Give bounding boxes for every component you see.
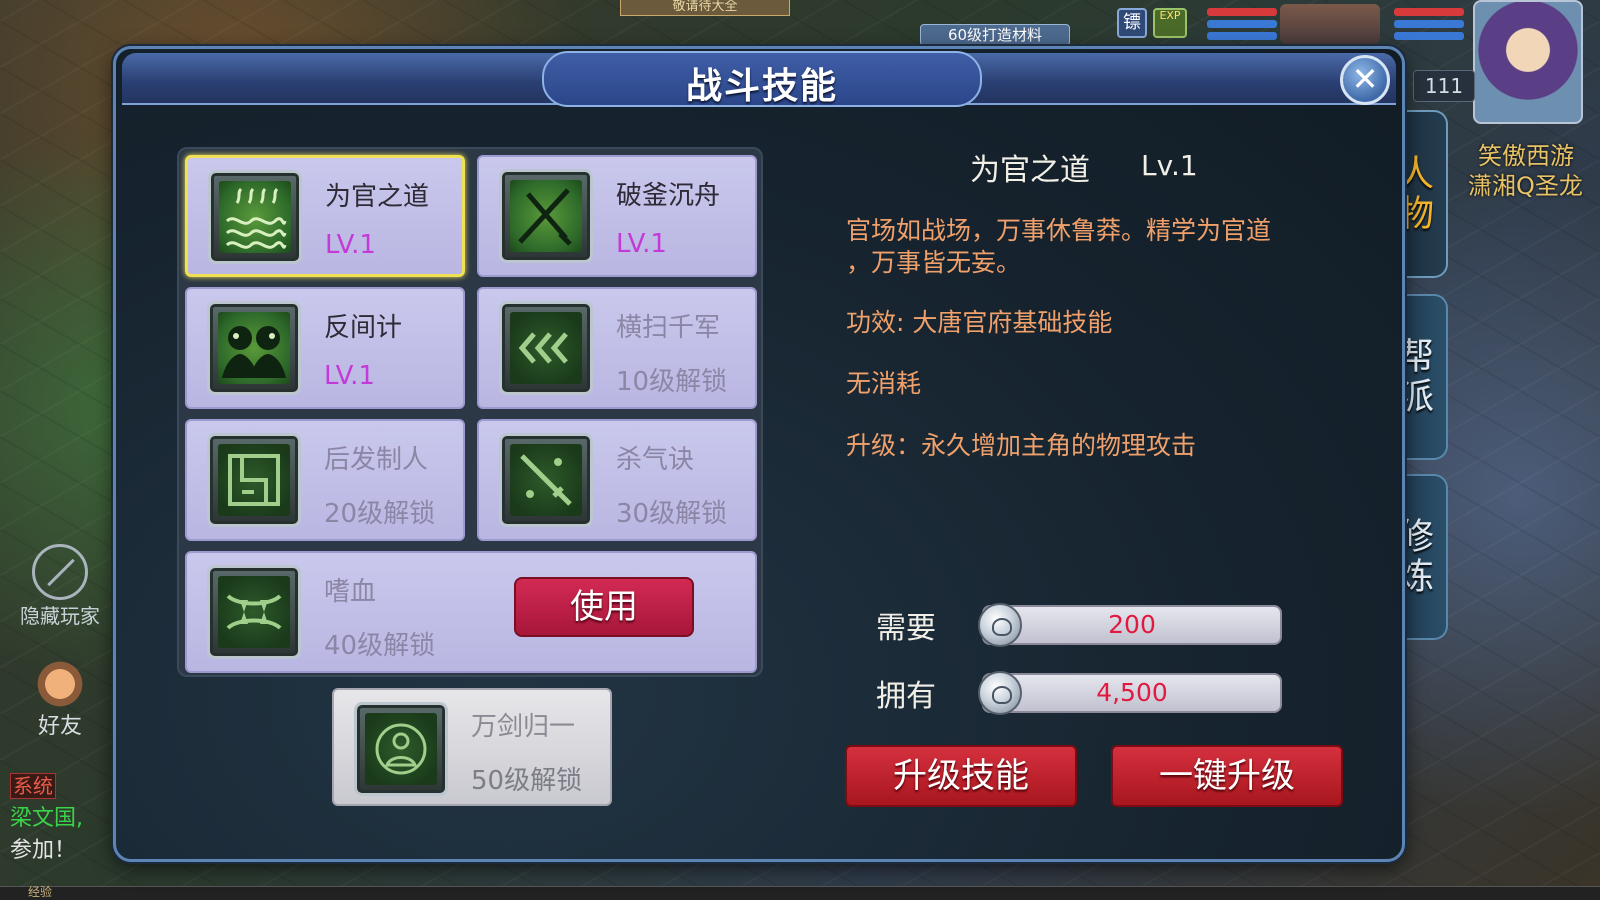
exp-icon[interactable]: EXP (1153, 8, 1187, 38)
combat-skills-dialog: 战斗技能 ✕ 为官之道 LV.1 破釜沉舟 LV.1 反间计 LV.1 横扫千军… (113, 46, 1405, 862)
detail-description-2: ，万事皆无妄。 (846, 248, 1022, 277)
upgrade-skill-button[interactable]: 升级技能 (845, 745, 1077, 807)
skill-card-6[interactable]: 杀气诀 30级解锁 (477, 419, 757, 541)
pet-avatar[interactable] (1280, 4, 1380, 44)
skill-unlock-requirement: 40级解锁 (324, 631, 436, 661)
npc-name-2: 潇湘Q圣龙 (1468, 172, 1583, 200)
skill-name: 破釜沉舟 (616, 181, 721, 211)
waves-icon (208, 170, 302, 264)
need-value: 200 (982, 605, 1282, 645)
skill-card-1[interactable]: 为官之道 LV.1 (185, 155, 465, 277)
skill-card-5[interactable]: 后发制人 20级解锁 (185, 419, 465, 541)
two-faces-icon (207, 301, 301, 395)
experience-label: 经验 (28, 885, 53, 899)
chevrons-icon (499, 301, 593, 395)
hide-players-button[interactable]: 隐藏玩家 (14, 544, 106, 632)
silver-coin-icon (978, 671, 1022, 715)
maze-icon (207, 433, 301, 527)
material-banner[interactable]: 60级打造材料 (920, 24, 1070, 46)
chat-sender: 梁文国, (10, 806, 83, 831)
detail-skill-level: Lv.1 (1141, 149, 1198, 182)
skill-grid: 为官之道 LV.1 破釜沉舟 LV.1 反间计 LV.1 横扫千军 10级解锁 … (177, 147, 763, 677)
skill-card-2[interactable]: 破釜沉舟 LV.1 (477, 155, 757, 277)
skill-card-4[interactable]: 横扫千军 10级解锁 (477, 287, 757, 409)
detail-upgrade: 升级：永久增加主角的物理攻击 (846, 431, 1197, 460)
close-button[interactable]: ✕ (1340, 55, 1390, 105)
silver-coin-icon (978, 603, 1022, 647)
skill-unlock-requirement: 10级解锁 (616, 367, 728, 397)
skill-level: LV.1 (325, 230, 376, 260)
skill-card-3[interactable]: 反间计 LV.1 (185, 287, 465, 409)
dialog-title: 战斗技能 (685, 66, 838, 107)
detail-description-1: 官场如战场，万事休鲁莽。精学为官道 (846, 216, 1272, 245)
friends-button[interactable]: 好友 (14, 660, 106, 750)
detail-cost: 无消耗 (846, 369, 922, 398)
skill-level: LV.1 (324, 361, 375, 391)
skill-level: LV.1 (616, 229, 667, 259)
pet-status-bars (1207, 8, 1277, 44)
crossed-blades-icon (499, 169, 593, 263)
hide-players-icon (32, 544, 88, 600)
skill-unlock-requirement: 20级解锁 (324, 499, 436, 529)
skill-name: 杀气诀 (616, 445, 695, 475)
skill-name: 为官之道 (325, 182, 430, 212)
detail-effect: 功效: 大唐官府基础技能 (846, 308, 1113, 337)
player-portrait[interactable] (1473, 0, 1583, 124)
chat-message: 参加！ (10, 838, 77, 863)
fang-mouth-icon (207, 565, 301, 659)
have-value: 4,500 (982, 673, 1282, 713)
skill-name: 万剑归一 (471, 712, 576, 742)
escort-icon[interactable]: 镖 (1117, 8, 1147, 38)
skill-card-7[interactable]: 嗜血 40级解锁 使用 (185, 551, 757, 673)
sword-icon (499, 433, 593, 527)
skill-name: 反间计 (324, 313, 403, 343)
skill-name: 横扫千军 (616, 313, 721, 343)
skill-card-8[interactable]: 万剑归一 50级解锁 (332, 688, 612, 806)
top-banner: 敬请待大全 (620, 0, 790, 16)
experience-bar (0, 886, 1600, 900)
buddha-icon (354, 702, 448, 796)
skill-name: 后发制人 (324, 445, 429, 475)
friends-label: 好友 (37, 714, 82, 739)
skill-name: 嗜血 (324, 577, 377, 607)
detail-skill-name: 为官之道 (970, 153, 1090, 188)
handshake-icon (32, 660, 88, 708)
skill-unlock-requirement: 30级解锁 (616, 499, 728, 529)
one-click-upgrade-button[interactable]: 一键升级 (1111, 745, 1343, 807)
player-status-bars (1394, 8, 1464, 44)
player-level-badge: 111 (1413, 70, 1475, 102)
use-button[interactable]: 使用 (514, 577, 694, 637)
close-icon: ✕ (1351, 60, 1379, 98)
need-label: 需要 (876, 611, 936, 646)
skill-unlock-requirement: 50级解锁 (471, 766, 583, 796)
chat-panel[interactable]: 系统 梁文国, 参加！ (10, 770, 130, 867)
dialog-header: 战斗技能 ✕ (122, 51, 1396, 107)
hide-players-label: 隐藏玩家 (20, 604, 100, 628)
have-label: 拥有 (876, 679, 936, 714)
chat-system-tag: 系统 (10, 773, 56, 799)
